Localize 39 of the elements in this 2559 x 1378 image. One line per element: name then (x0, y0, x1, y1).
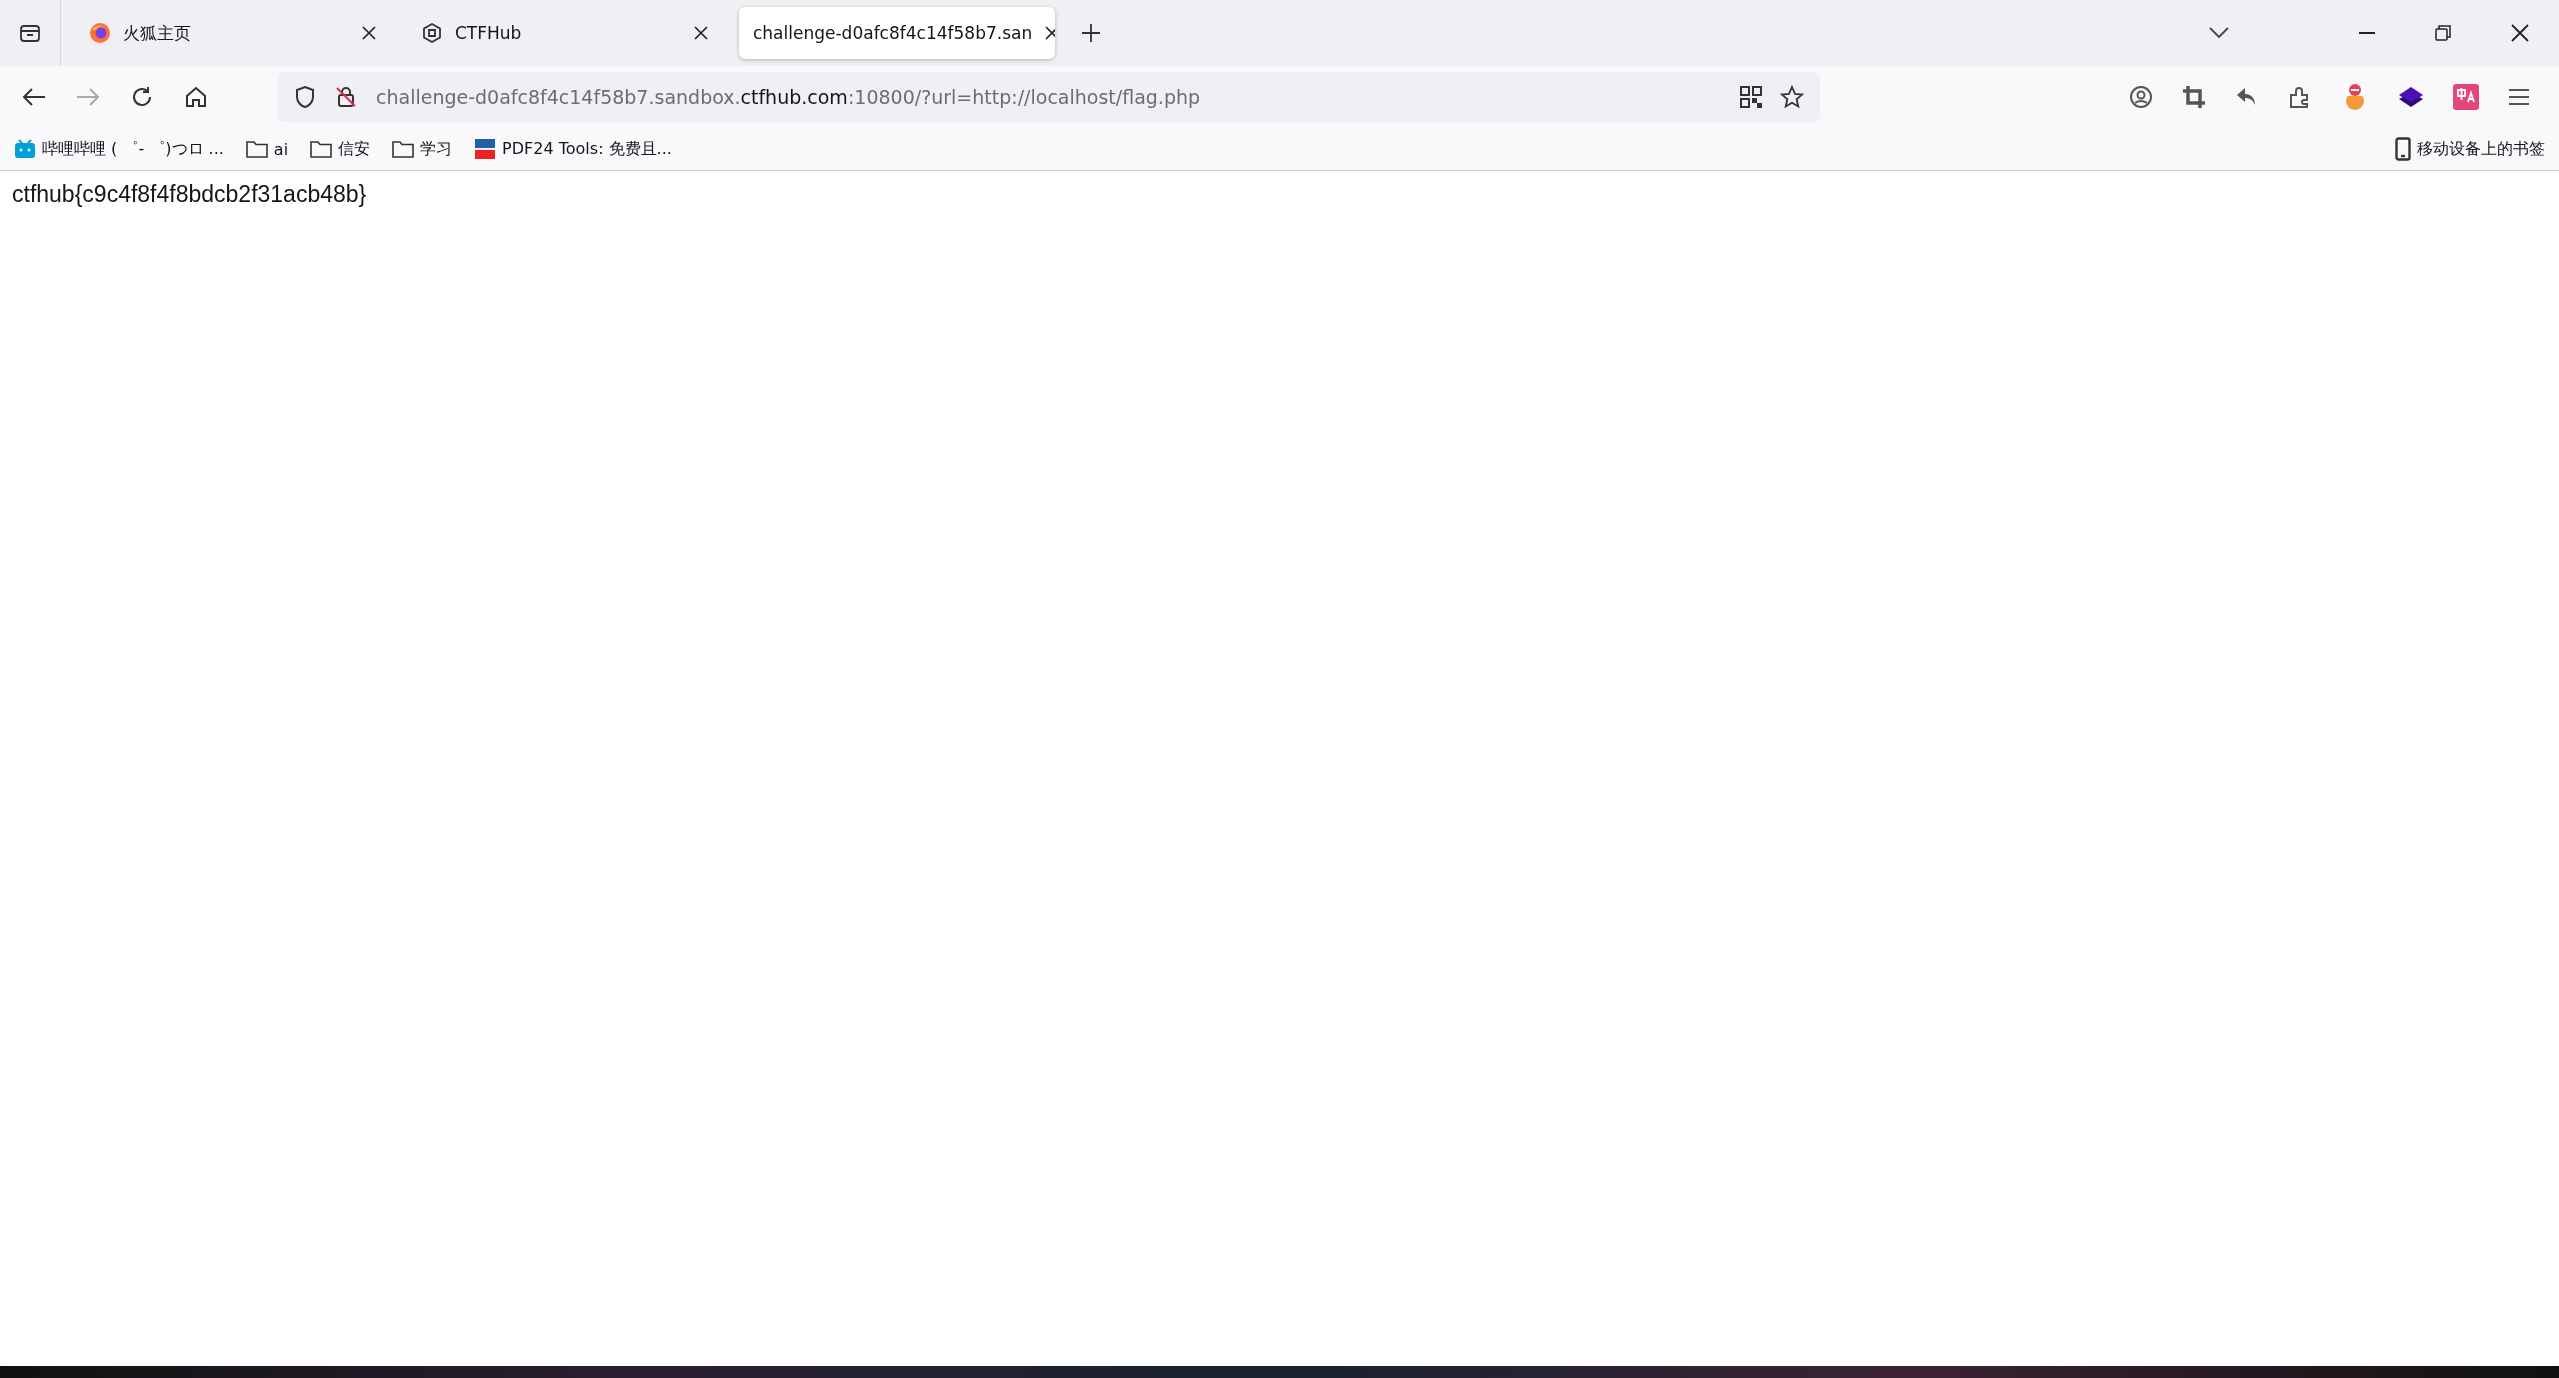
tab-title: challenge-d0afc8f4c14f58b7.san (753, 23, 1033, 43)
folder-icon (310, 140, 333, 158)
phone-icon (2395, 137, 2411, 161)
close-tab-icon[interactable] (693, 25, 709, 41)
crossed-lock-icon[interactable] (334, 85, 358, 109)
hexagon-logo-icon (421, 22, 443, 44)
bookmark-item[interactable]: 哔哩哔哩 ( ゜- ゜)つロ ... (14, 138, 224, 160)
url-text[interactable]: challenge-d0afc8f4c14f58b7.sandbox.ctfhub.com:10800/?url=http://localhost/flag.php (376, 86, 1201, 108)
qr-code-icon[interactable] (1740, 86, 1762, 108)
browser-tab[interactable]: CTFHub (407, 7, 723, 59)
page-text: ctfhub{c9c4f8f4f8bdcb2f31acb48b} (12, 181, 368, 208)
close-icon[interactable] (2511, 24, 2529, 42)
new-tab-icon[interactable] (1081, 23, 1101, 43)
home-icon[interactable] (184, 85, 208, 109)
close-tab-icon[interactable] (361, 25, 377, 41)
bookmark-item[interactable]: ai (245, 139, 289, 159)
shield-icon[interactable] (294, 85, 316, 109)
star-icon[interactable] (1780, 85, 1804, 109)
translate-icon[interactable] (2453, 84, 2479, 110)
folder-icon (392, 140, 415, 158)
browser-tab[interactable]: challenge-d0afc8f4c14f58b7.san (739, 7, 1055, 59)
bookmark-item[interactable]: PDF24 Tools: 免费且... (474, 138, 672, 160)
address-bar[interactable]: challenge-d0afc8f4c14f58b7.sandbox.ctfhub.com:10800/?url=http://localhost/flag.php (278, 72, 1820, 122)
mobile-bookmarks-item[interactable]: 移动设备上的书签 (2395, 137, 2545, 161)
account-icon[interactable] (2129, 85, 2153, 109)
tab-title: 火狐主页 (123, 21, 192, 45)
folder-icon (245, 140, 268, 158)
restore-icon[interactable] (2435, 25, 2451, 41)
tv-icon (14, 139, 36, 159)
layers-icon[interactable] (2398, 85, 2424, 109)
chevron-down-icon[interactable] (2209, 27, 2229, 39)
tab-title: CTFHub (455, 23, 523, 43)
bookmark-item[interactable]: 信安 (310, 138, 371, 160)
back-arrow-icon[interactable] (22, 87, 46, 107)
menu-icon[interactable] (2508, 88, 2530, 106)
crop-icon[interactable] (2182, 85, 2206, 109)
bookmark-item[interactable]: 学习 (392, 138, 453, 160)
browser-tab[interactable]: 火狐主页 (75, 7, 391, 59)
reload-icon[interactable] (130, 85, 154, 109)
